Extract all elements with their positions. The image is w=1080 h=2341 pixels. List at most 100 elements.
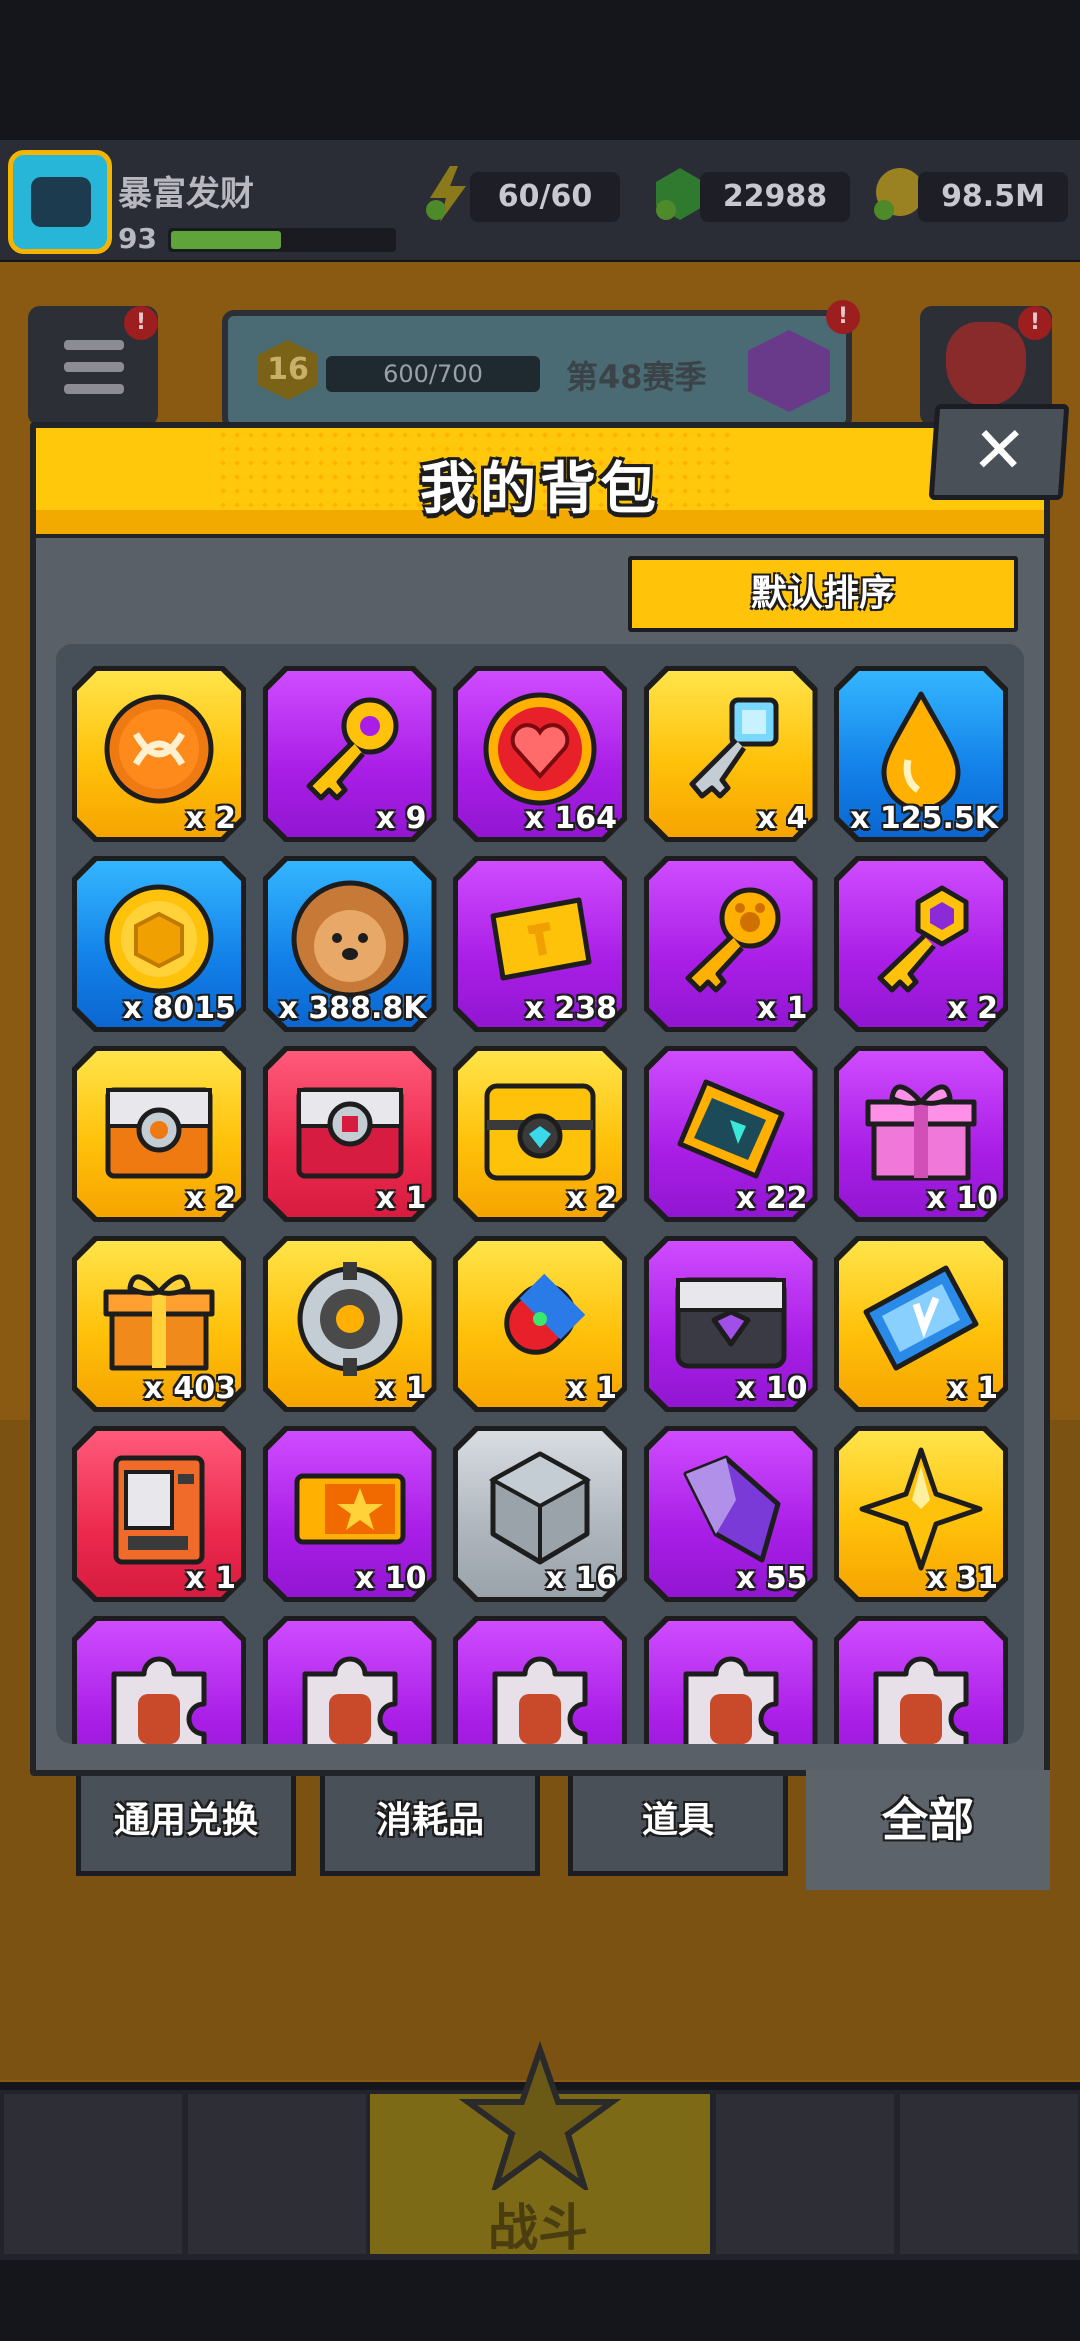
notification-dot: !: [826, 300, 860, 334]
nav-shop[interactable]: [4, 2094, 182, 2254]
gold-chest-icon: [484, 1083, 596, 1181]
item-slot[interactable]: x 55: [643, 1426, 818, 1602]
nav-badge[interactable]: [188, 2094, 366, 2254]
item-slot[interactable]: x 10: [834, 1046, 1008, 1222]
item-count: x 1: [375, 1371, 427, 1406]
item-count: x 2: [185, 801, 236, 836]
item-slot[interactable]: x 16: [453, 1426, 627, 1602]
gold-token-icon: [104, 884, 214, 994]
oil-drop-icon: [881, 691, 961, 812]
item-slot[interactable]: x 4: [643, 666, 818, 842]
item-count: x 2: [947, 991, 998, 1026]
item-count: x 1: [756, 991, 808, 1026]
energy-counter: 60/60: [470, 172, 620, 222]
item-count: x 10: [926, 1181, 998, 1216]
paw-key-icon: [685, 887, 780, 993]
puzzle-piece-icon: [302, 1656, 397, 1744]
vip-ticket-icon: [863, 1265, 979, 1371]
item-count: x 16: [545, 1561, 617, 1596]
red-chest-icon: [296, 1087, 403, 1179]
item-slot[interactable]: x 22: [643, 1046, 818, 1222]
item-slot[interactable]: x 125.5K: [834, 666, 1008, 842]
player-avatar[interactable]: [8, 150, 112, 254]
xp-bar: [168, 228, 396, 252]
item-slot[interactable]: x 9: [262, 666, 437, 842]
item-slot[interactable]: x 1: [643, 856, 818, 1032]
item-slot[interactable]: x 2: [72, 666, 246, 842]
tab-consumables[interactable]: 消耗品: [320, 1776, 540, 1876]
nav-globe[interactable]: [716, 2094, 894, 2254]
item-slot[interactable]: x 10: [643, 1236, 818, 1412]
item-count: x 2: [185, 1181, 236, 1216]
vending-machine-icon: [113, 1455, 205, 1565]
item-count: x 1: [947, 1371, 998, 1406]
crossed-swords-icon: [458, 2040, 622, 2190]
orange-coin-icon: [104, 694, 214, 804]
sort-button[interactable]: 默认排序: [628, 556, 1018, 632]
item-slot[interactable]: [643, 1616, 818, 1744]
item-count: x 164: [524, 801, 617, 836]
tab-all[interactable]: 全部: [806, 1770, 1050, 1890]
notification-dot: !: [124, 306, 158, 340]
item-slot[interactable]: x 1: [834, 1236, 1008, 1412]
item-slot[interactable]: x 1: [453, 1236, 627, 1412]
crystal-shard-icon: [683, 1455, 780, 1563]
orange-chest-icon: [105, 1087, 213, 1179]
season-progress: 600/700: [326, 356, 540, 392]
item-slot[interactable]: x 8015: [72, 856, 246, 1032]
gem-counter: 22988: [700, 172, 850, 222]
notification-dot: !: [1018, 306, 1052, 340]
item-count: x 55: [735, 1561, 808, 1596]
item-slot[interactable]: x 164: [453, 666, 627, 842]
item-slot[interactable]: [72, 1616, 246, 1744]
season-label: 第48赛季: [566, 358, 707, 396]
item-slot[interactable]: x 2: [453, 1046, 627, 1222]
close-button[interactable]: ✕: [928, 404, 1070, 500]
item-slot[interactable]: [262, 1616, 437, 1744]
item-slot[interactable]: x 238: [453, 856, 627, 1032]
tab-general-exchange[interactable]: 通用兑换: [76, 1776, 296, 1876]
item-count: x 10: [354, 1561, 427, 1596]
item-slot[interactable]: x 1: [72, 1426, 246, 1602]
gem-key-icon: [877, 885, 969, 993]
puzzle-piece-icon: [111, 1656, 207, 1744]
item-grid: x 2 x 9 x 164 x 4 x 125.5K x 8015 x 388.8K x 23…: [56, 644, 1024, 1744]
battle-label: 战斗: [488, 2199, 588, 2257]
item-count: x 4: [756, 801, 808, 836]
gold-star-icon: [859, 1447, 983, 1571]
item-count: x 388.8K: [278, 991, 427, 1026]
item-count: x 125.5K: [850, 801, 998, 836]
puzzle-piece-icon: [873, 1656, 969, 1744]
pink-gift-icon: [865, 1084, 977, 1181]
item-slot[interactable]: x 31: [834, 1426, 1008, 1602]
item-slot[interactable]: x 1: [262, 1046, 437, 1222]
nav-dna[interactable]: [900, 2094, 1078, 2254]
coin-counter: 98.5M: [918, 172, 1068, 222]
capsule-icon: [504, 1273, 586, 1355]
item-count: x 8015: [122, 991, 236, 1026]
item-slot[interactable]: [834, 1616, 1008, 1744]
puzzle-piece-icon: [683, 1656, 778, 1744]
player-name: 暴富发财: [118, 174, 254, 214]
gold-ticket-icon: [490, 897, 592, 981]
item-slot[interactable]: x 1: [262, 1236, 437, 1412]
item-count: x 22: [735, 1181, 808, 1216]
tab-items[interactable]: 道具: [568, 1776, 788, 1876]
item-slot[interactable]: x 388.8K: [262, 856, 437, 1032]
gear-part-icon: [297, 1262, 402, 1376]
dark-chest-icon: [675, 1277, 786, 1369]
item-count: x 31: [926, 1561, 998, 1596]
dog-cookie-icon: [291, 880, 408, 998]
gold-key-icon: [306, 697, 398, 801]
item-slot[interactable]: x 2: [834, 856, 1008, 1032]
item-count: x 1: [375, 1181, 427, 1216]
item-count: x 10: [735, 1371, 808, 1406]
item-count: x 9: [375, 801, 427, 836]
silver-key-icon: [689, 697, 778, 799]
diamond-card-icon: [677, 1079, 784, 1179]
item-slot[interactable]: x 403: [72, 1236, 246, 1412]
item-slot[interactable]: x 10: [262, 1426, 437, 1602]
item-slot[interactable]: [453, 1616, 627, 1744]
player-level: 93: [118, 222, 157, 255]
item-slot[interactable]: x 2: [72, 1046, 246, 1222]
